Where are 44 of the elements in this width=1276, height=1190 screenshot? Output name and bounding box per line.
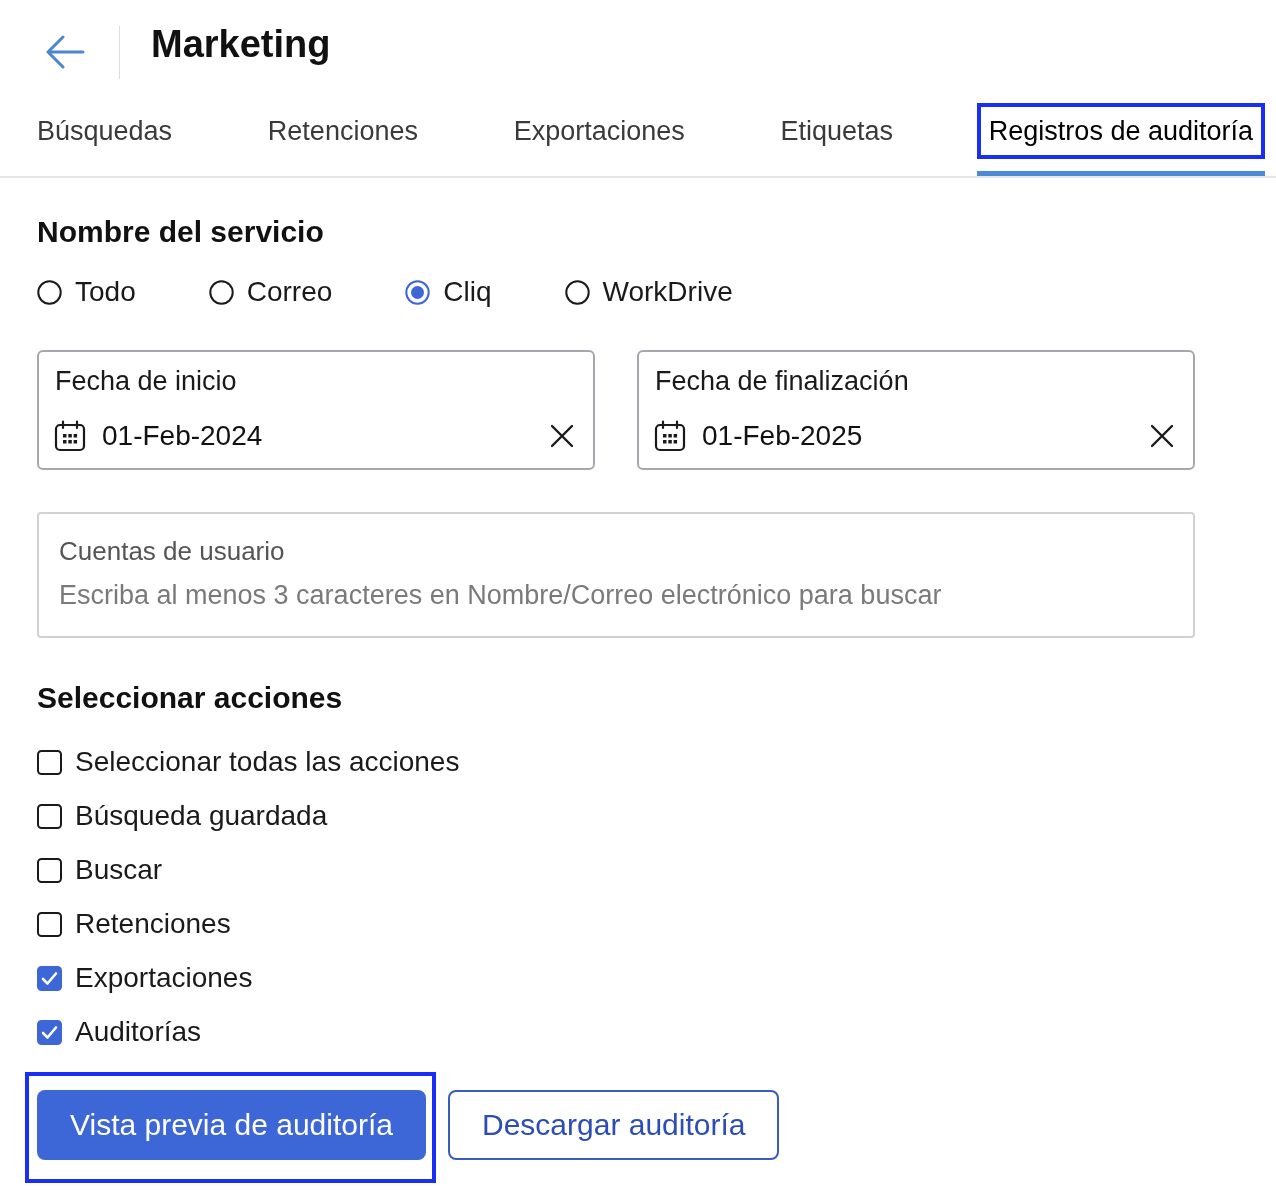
- checkbox-icon[interactable]: [37, 749, 62, 775]
- radio-icon[interactable]: [37, 279, 62, 305]
- user-search-field[interactable]: Cuentas de usuario Escriba al menos 3 caracteres en Nombre/Correo electrónico para buscar: [37, 512, 1195, 638]
- field-label: Cuentas de usuario: [59, 535, 285, 568]
- checkbox-icon[interactable]: [37, 965, 62, 991]
- section-heading: Nombre del servicio: [37, 214, 324, 250]
- tab[interactable]: Exportaciones: [501, 103, 697, 176]
- calendar-icon[interactable]: [654, 420, 686, 452]
- download-button[interactable]: Descargar auditoría: [448, 1090, 780, 1160]
- checkbox-option[interactable]: Seleccionar todas las acciones: [37, 742, 460, 782]
- search-input[interactable]: Escriba al menos 3 caracteres en Nombre/Correo electrónico para buscar: [59, 575, 1173, 615]
- field-label: Fecha de finalización: [655, 365, 909, 398]
- radio-option[interactable]: Correo: [208, 272, 333, 312]
- checkbox-icon[interactable]: [37, 911, 62, 937]
- radio-option[interactable]: Todo: [37, 272, 136, 312]
- radio-icon[interactable]: [208, 279, 234, 305]
- date-value: 01-Feb-2025: [702, 420, 863, 451]
- radio-icon[interactable]: [564, 279, 590, 305]
- checkbox-option[interactable]: Auditorías: [37, 1012, 202, 1052]
- field-label: Fecha de inicio: [55, 365, 237, 398]
- back-arrow-icon[interactable]: [45, 35, 85, 69]
- tab[interactable]: Registros de auditoría: [976, 103, 1265, 176]
- date-field[interactable]: Fecha de finalización 01-Feb-2025: [637, 350, 1195, 470]
- checkbox-option[interactable]: Buscar: [37, 850, 163, 890]
- clear-icon[interactable]: [1150, 424, 1174, 448]
- checkbox-icon[interactable]: [37, 803, 62, 829]
- page-title: Marketing: [151, 22, 331, 67]
- radio-option[interactable]: Cliq: [405, 272, 492, 312]
- date-value: 01-Feb-2024: [102, 420, 263, 451]
- checkbox-icon[interactable]: [37, 857, 62, 883]
- tab[interactable]: Búsquedas: [25, 103, 185, 176]
- radio-option[interactable]: WorkDrive: [564, 272, 733, 312]
- tab[interactable]: Etiquetas: [768, 103, 906, 176]
- radio-icon[interactable]: [405, 279, 431, 305]
- checkbox-option[interactable]: Exportaciones: [37, 958, 253, 998]
- checkbox-option[interactable]: Retenciones: [37, 904, 231, 944]
- date-field[interactable]: Fecha de inicio 01-Feb-2024: [37, 350, 595, 470]
- clear-icon[interactable]: [550, 424, 574, 448]
- preview-button[interactable]: Vista previa de auditoría: [37, 1090, 426, 1160]
- calendar-icon[interactable]: [54, 420, 86, 452]
- checkbox-icon[interactable]: [37, 1019, 62, 1045]
- tab[interactable]: Retenciones: [255, 103, 430, 176]
- section-heading: Seleccionar acciones: [37, 680, 343, 716]
- checkbox-option[interactable]: Búsqueda guardada: [37, 796, 328, 836]
